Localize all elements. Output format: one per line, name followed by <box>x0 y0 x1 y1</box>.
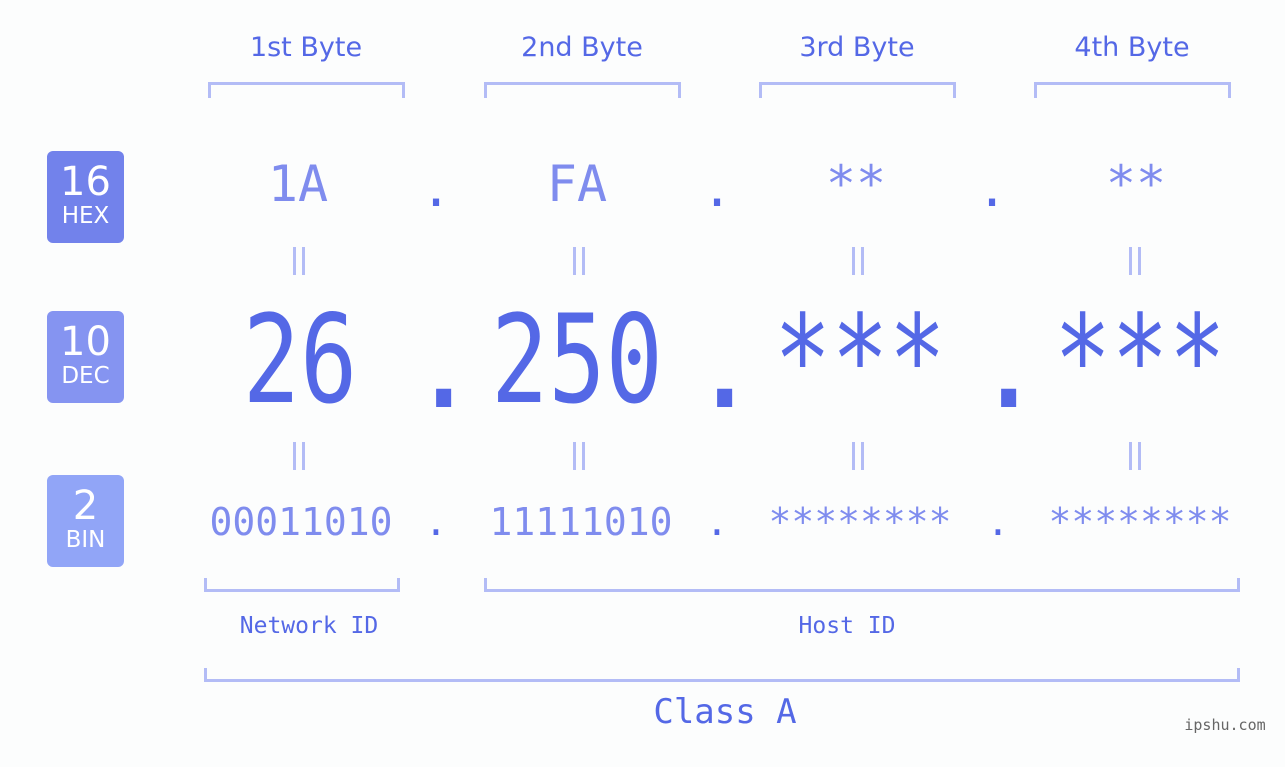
equals-icon <box>852 247 864 275</box>
equals-icon <box>1129 442 1141 470</box>
hex-byte-2: FA <box>546 155 608 213</box>
hex-byte-1: 1A <box>267 155 329 213</box>
watermark: ipshu.com <box>1184 716 1266 734</box>
dec-byte-3: *** <box>774 289 946 431</box>
dec-badge-number: 10 <box>60 319 111 365</box>
dec-separator-3: . <box>972 294 1046 436</box>
byte-bracket-1 <box>208 82 405 98</box>
hex-separator-2: . <box>701 160 733 218</box>
bin-separator-2: . <box>705 500 729 544</box>
byte-header-3: 3rd Byte <box>799 32 915 63</box>
dec-byte-1: 26 <box>242 289 358 431</box>
network-id-bracket <box>204 578 400 592</box>
equals-icon <box>293 247 305 275</box>
equals-icon <box>573 442 585 470</box>
bin-separator-3: . <box>986 500 1010 544</box>
dec-badge: 10 DEC <box>47 311 124 403</box>
bin-byte-3: ******** <box>768 500 952 544</box>
equals-icon <box>852 442 864 470</box>
equals-icon <box>1129 247 1141 275</box>
byte-bracket-4 <box>1034 82 1231 98</box>
byte-header-4: 4th Byte <box>1074 32 1190 63</box>
hex-separator-3: . <box>976 160 1008 218</box>
bin-separator-1: . <box>424 500 448 544</box>
equals-icon <box>573 247 585 275</box>
bin-byte-2: 11111010 <box>489 500 673 544</box>
bin-badge-label: BIN <box>65 527 106 553</box>
hex-byte-4: ** <box>1105 155 1167 213</box>
hex-separator-1: . <box>420 160 452 218</box>
bin-byte-4: ******** <box>1048 500 1232 544</box>
class-label: Class A <box>653 692 797 732</box>
dec-separator-2: . <box>688 294 762 436</box>
dec-separator-1: . <box>407 294 481 436</box>
hex-byte-3: ** <box>825 155 887 213</box>
dec-byte-4: *** <box>1054 289 1226 431</box>
hex-badge-number: 16 <box>60 159 111 205</box>
hex-badge-label: HEX <box>61 203 110 229</box>
dec-badge-label: DEC <box>61 363 110 389</box>
hex-badge: 16 HEX <box>47 151 124 243</box>
network-id-label: Network ID <box>239 613 379 639</box>
byte-bracket-3 <box>759 82 956 98</box>
equals-icon <box>293 442 305 470</box>
byte-header-1: 1st Byte <box>249 32 363 63</box>
host-id-label: Host ID <box>798 613 896 639</box>
byte-header-2: 2nd Byte <box>521 32 643 63</box>
dec-byte-2: 250 <box>491 289 663 431</box>
bin-byte-1: 00011010 <box>209 500 393 544</box>
bin-badge: 2 BIN <box>47 475 124 567</box>
bin-badge-number: 2 <box>72 483 99 529</box>
byte-bracket-2 <box>484 82 681 98</box>
class-bracket <box>204 668 1240 682</box>
host-id-bracket <box>484 578 1240 592</box>
